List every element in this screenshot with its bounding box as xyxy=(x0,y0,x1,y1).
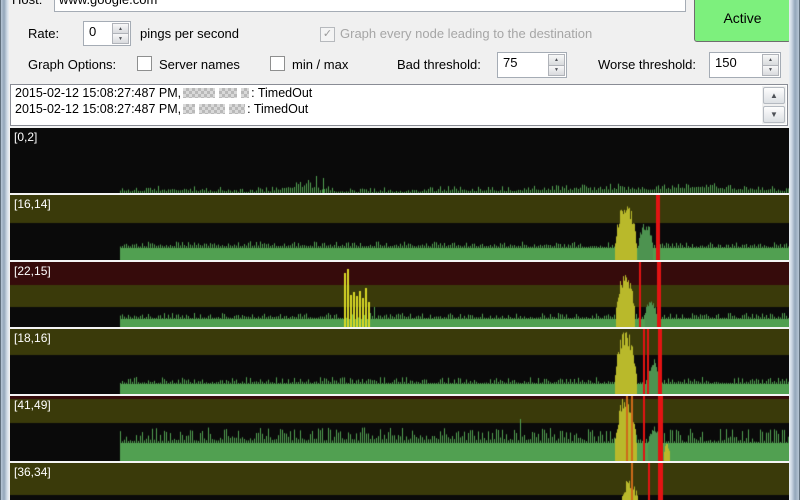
graph-strip-hop4: [18,16] xyxy=(10,329,790,394)
ping-graph-canvas xyxy=(10,396,790,461)
rate-up-icon[interactable]: ▲ xyxy=(112,23,129,33)
app-window: Host: Active Rate: 0 ▲ ▼ pings per secon… xyxy=(0,0,800,500)
min-max-checkbox[interactable] xyxy=(270,56,285,71)
scroll-up-icon[interactable]: ▲ xyxy=(763,87,785,104)
log-scrollbar[interactable]: ▲ ▼ xyxy=(762,86,786,124)
rate-label: Rate: xyxy=(28,26,60,41)
bad-threshold-label: Bad threshold: xyxy=(397,57,481,72)
redacted-host xyxy=(183,104,196,114)
bad-threshold-stepper[interactable]: 75 ▲ ▼ xyxy=(497,52,567,78)
ping-graph-canvas xyxy=(10,262,790,327)
rate-suffix-label: pings per second xyxy=(140,26,240,41)
ping-graph-canvas xyxy=(10,128,790,193)
worse-threshold-label: Worse threshold: xyxy=(598,57,697,72)
graph-strip-hop2: [16,14] xyxy=(10,195,790,260)
strip-label: [22,15] xyxy=(14,264,51,278)
host-input[interactable] xyxy=(54,0,686,12)
server-names-checkbox[interactable] xyxy=(137,56,152,71)
redacted-host xyxy=(229,104,246,114)
strip-label: [41,49] xyxy=(14,398,51,412)
log-status: : TimedOut xyxy=(247,102,309,116)
ping-log-list[interactable]: 2015-02-12 15:08:27:487 PM, : TimedOut 20… xyxy=(10,84,788,126)
worse-threshold-down-icon[interactable]: ▼ xyxy=(762,64,779,76)
bad-threshold-down-icon[interactable]: ▼ xyxy=(548,64,565,76)
ping-graph-canvas xyxy=(10,329,790,394)
graph-every-node-checkbox[interactable]: ✓ xyxy=(320,27,335,42)
scroll-down-icon[interactable]: ▼ xyxy=(763,106,785,123)
graph-strip-hop3: [22,15] xyxy=(10,262,790,327)
server-names-label: Server names xyxy=(159,57,240,72)
rate-value: 0 xyxy=(89,24,97,39)
graph-strip-hop1: [0,2] xyxy=(10,128,790,193)
window-border-left xyxy=(0,0,9,500)
strip-label: [0,2] xyxy=(14,130,38,144)
log-timestamp: 2015-02-12 15:08:27:487 PM, xyxy=(15,102,182,116)
log-timestamp: 2015-02-12 15:08:27:487 PM, xyxy=(15,86,182,100)
log-line: 2015-02-12 15:08:27:487 PM, : TimedOut xyxy=(11,85,787,101)
redacted-host xyxy=(199,104,226,114)
window-border-right xyxy=(789,0,800,500)
rate-stepper[interactable]: 0 ▲ ▼ xyxy=(83,21,131,46)
active-button[interactable]: Active xyxy=(694,0,791,42)
rate-down-icon[interactable]: ▼ xyxy=(112,33,129,44)
worse-threshold-up-icon[interactable]: ▲ xyxy=(762,54,779,65)
log-status: : TimedOut xyxy=(251,86,313,100)
log-line: 2015-02-12 15:08:27:487 PM, : TimedOut xyxy=(11,101,787,117)
redacted-host xyxy=(183,88,216,98)
graph-strip-hop6: [36,34] xyxy=(10,463,790,500)
worse-threshold-stepper[interactable]: 150 ▲ ▼ xyxy=(709,52,781,78)
strip-label: [16,14] xyxy=(14,197,51,211)
strip-label: [36,34] xyxy=(14,465,51,479)
redacted-host xyxy=(241,88,250,98)
worse-threshold-value: 150 xyxy=(715,55,737,70)
host-label: Host: xyxy=(12,0,42,8)
bad-threshold-value: 75 xyxy=(503,55,518,70)
graph-options-label: Graph Options: xyxy=(28,57,117,72)
graph-every-node-label: Graph every node leading to the destinat… xyxy=(340,26,593,41)
redacted-host xyxy=(219,88,238,98)
graph-panel: [0,2] [16,14] [22,15] [18,16] [41,49] [3… xyxy=(10,126,790,500)
ping-graph-canvas xyxy=(10,463,790,500)
bad-threshold-up-icon[interactable]: ▲ xyxy=(548,54,565,65)
strip-label: [18,16] xyxy=(14,331,51,345)
min-max-label: min / max xyxy=(292,57,349,72)
graph-strip-hop5: [41,49] xyxy=(10,396,790,461)
ping-graph-canvas xyxy=(10,195,790,260)
